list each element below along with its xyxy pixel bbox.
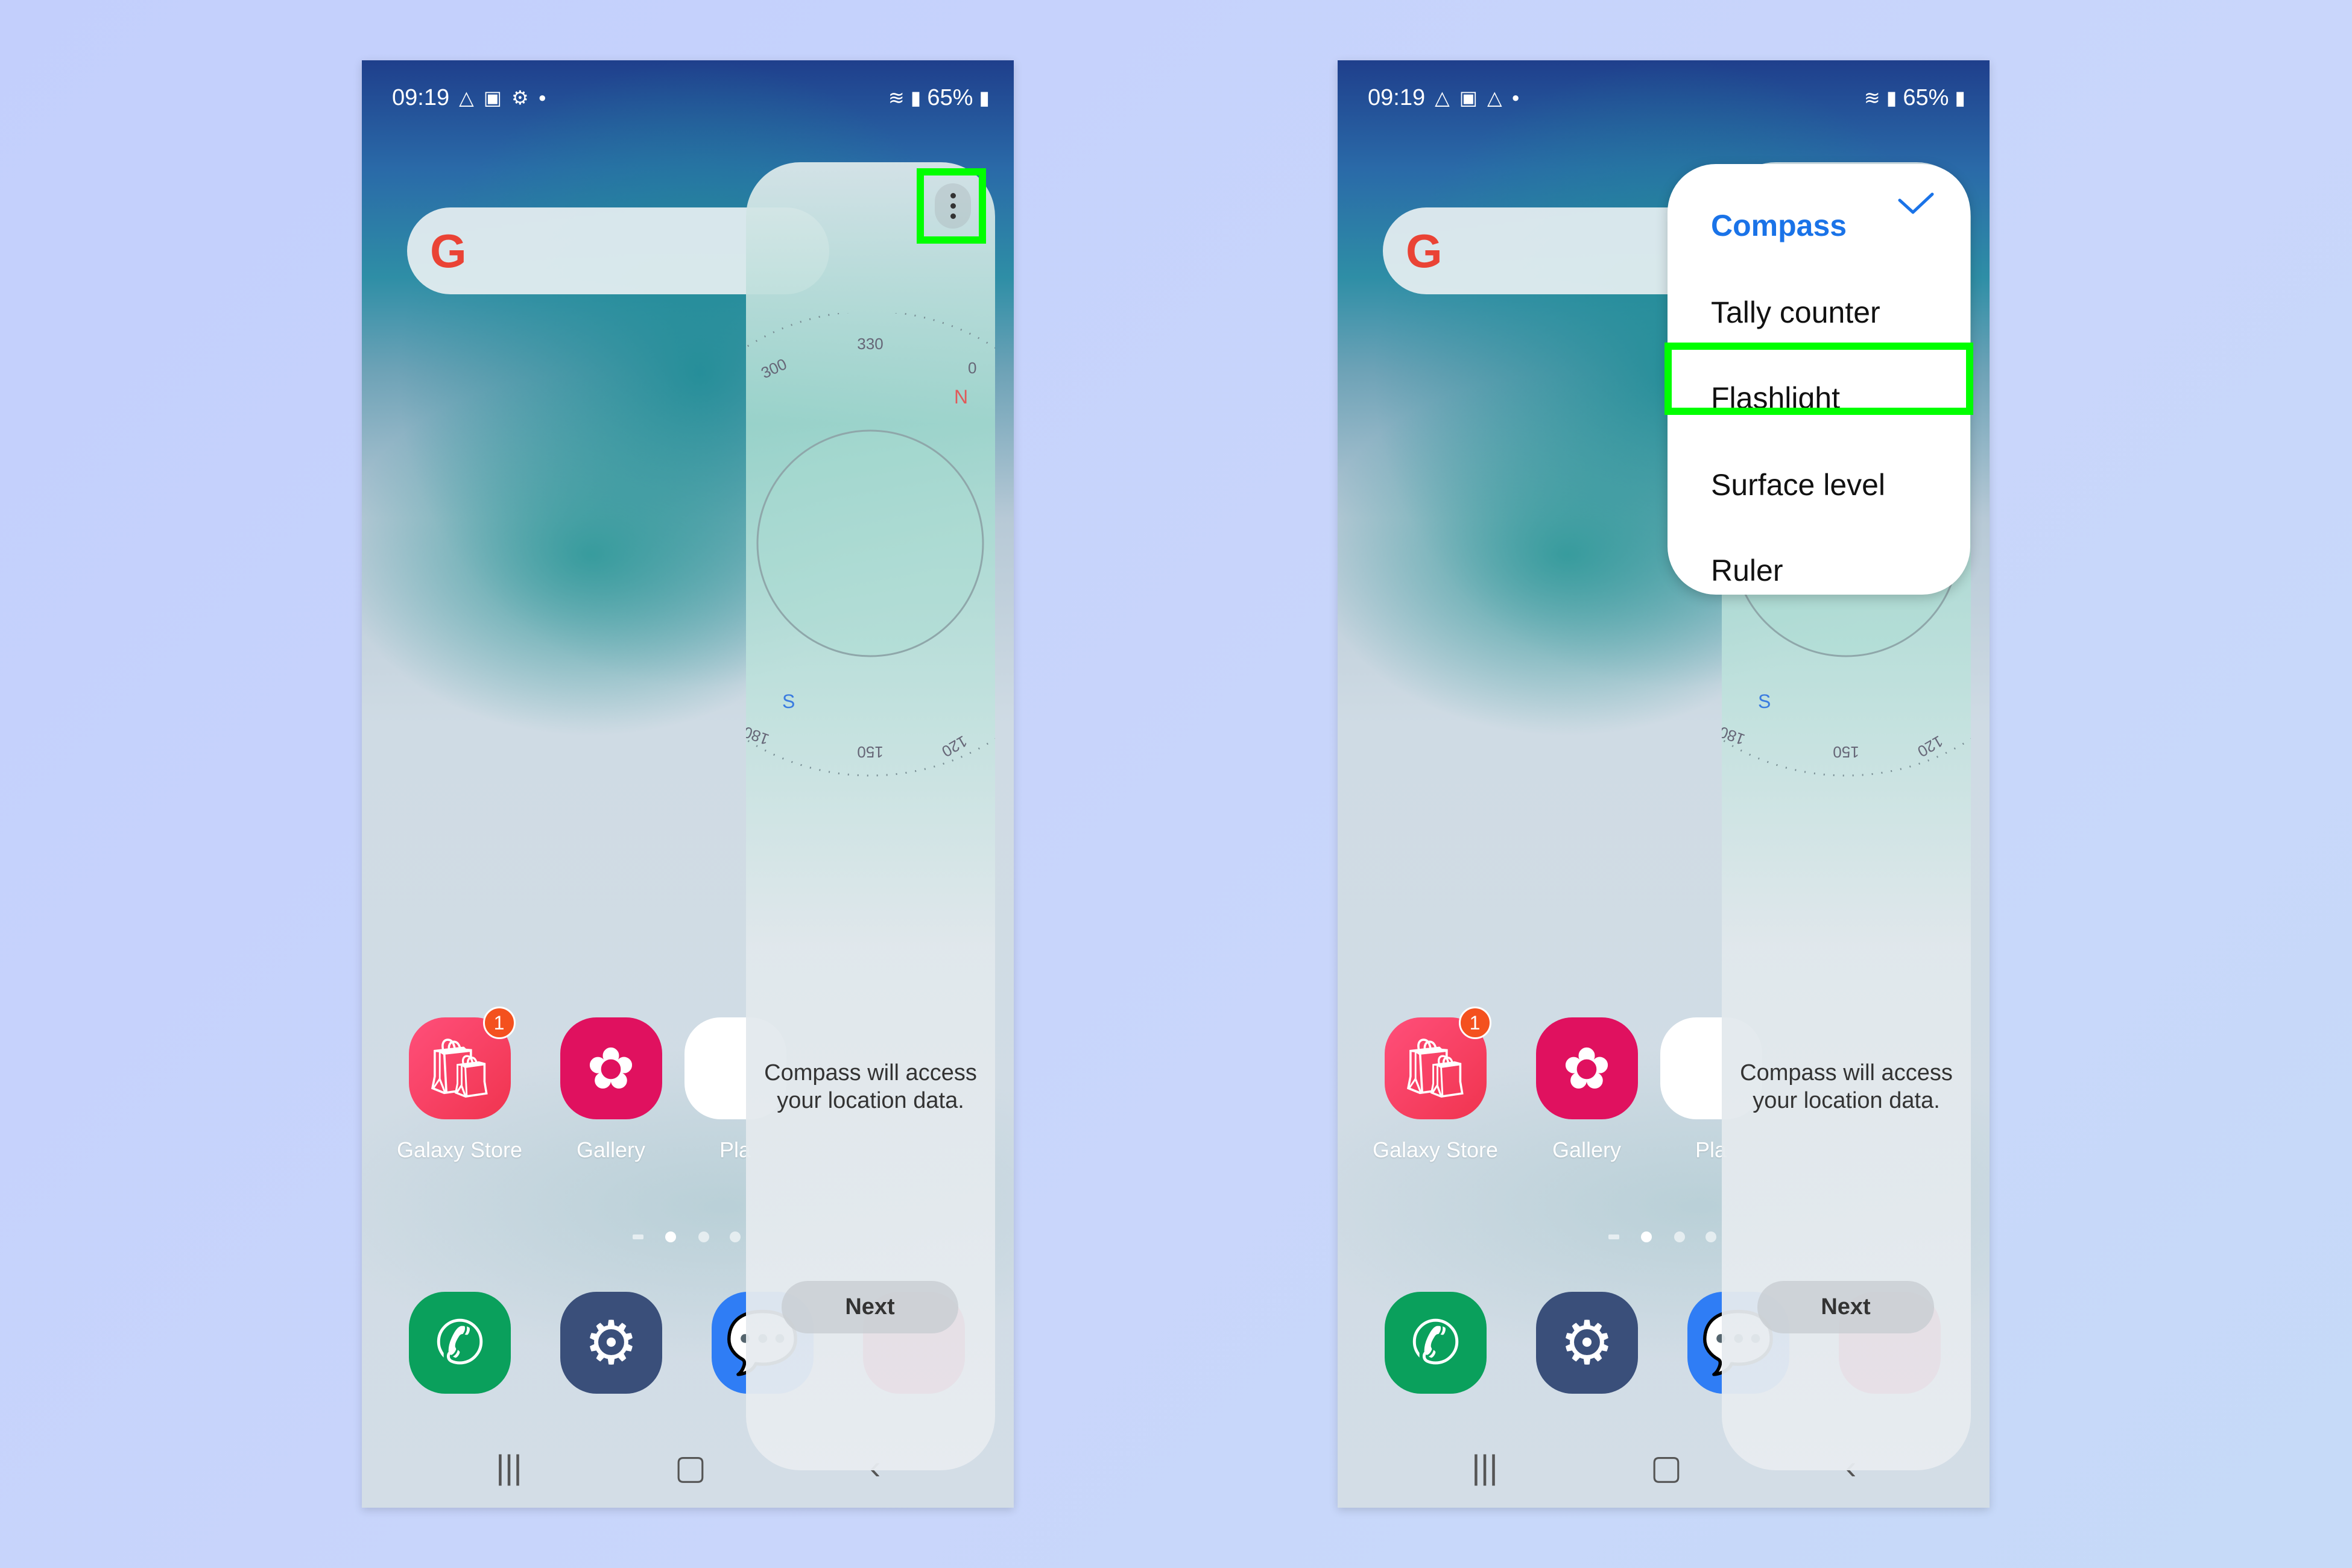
compass-widget-panel: 330 300 0 N S 180 150 120 Compass will a… xyxy=(746,162,995,1470)
location-permission-message: Compass will access your location data. xyxy=(1740,1060,1953,1113)
tick-330: 330 xyxy=(857,335,883,353)
tick-120: 120 xyxy=(938,732,970,761)
settings-icon: ⚙ xyxy=(511,87,529,109)
menu-item-tally-counter[interactable]: Tally counter xyxy=(1711,294,1880,330)
battery-level: 65% xyxy=(927,84,973,110)
recents-button[interactable]: ||| xyxy=(1461,1447,1509,1487)
menu-item-compass[interactable]: Compass xyxy=(1711,207,1847,244)
page-indicator-home[interactable] xyxy=(665,1231,676,1242)
tick-south: S xyxy=(1758,691,1771,712)
page-indicator-menu[interactable] xyxy=(1608,1234,1619,1239)
tick-0: 0 xyxy=(968,359,976,377)
page-indicator[interactable] xyxy=(1706,1231,1716,1242)
menu-item-ruler[interactable]: Ruler xyxy=(1711,552,1783,589)
gallery-icon: ▣ xyxy=(483,87,502,109)
tick-300: 300 xyxy=(758,355,789,382)
page-indicator[interactable] xyxy=(698,1231,709,1242)
dot-icon: ● xyxy=(538,90,546,105)
tick-120: 120 xyxy=(1914,732,1946,761)
app-gallery[interactable]: ✿ Gallery xyxy=(1514,1017,1659,1163)
app-gallery[interactable]: ✿ Gallery xyxy=(539,1017,683,1163)
app-label: Galaxy Store xyxy=(396,1137,523,1162)
signal-icon: ▮ xyxy=(1886,87,1897,109)
wifi-icon: ≋ xyxy=(888,87,905,109)
gallery-icon: ▣ xyxy=(1459,87,1478,109)
highlight-more-options xyxy=(917,168,986,244)
app-galaxy-store[interactable]: 🛍 1 Galaxy Store xyxy=(1363,1007,1508,1163)
compass-dial: 330 300 0 N S 180 150 120 xyxy=(746,313,995,777)
recents-button[interactable]: ||| xyxy=(485,1447,533,1487)
page-indicator[interactable] xyxy=(730,1231,741,1242)
tick-north: N xyxy=(954,386,968,408)
highlight-flashlight xyxy=(1664,343,1973,415)
home-button[interactable]: ▢ xyxy=(666,1447,715,1487)
app-galaxy-store[interactable]: 🛍 1 Galaxy Store xyxy=(387,1007,532,1163)
battery-icon: ▮ xyxy=(979,87,990,109)
menu-item-surface-level[interactable]: Surface level xyxy=(1711,467,1885,503)
phone-app-icon[interactable]: ✆ xyxy=(409,1292,511,1394)
flower-icon: ✿ xyxy=(1535,1017,1638,1119)
shopping-bag-icon: 🛍 1 xyxy=(1384,1007,1491,1119)
location-permission-message: Compass will access your location data. xyxy=(764,1060,977,1113)
phone-screenshot-right: 09:19 △ ▣ △ ● ≋ ▮ 65% ▮ G 🛍 1 Galaxy Stor… xyxy=(1338,60,1990,1508)
tick-150: 150 xyxy=(1833,743,1859,761)
navigation-icon: △ xyxy=(459,87,474,109)
page-indicator[interactable] xyxy=(1674,1231,1685,1242)
app-label: Galaxy Store xyxy=(1372,1137,1499,1162)
phone-app-icon[interactable]: ✆ xyxy=(1385,1292,1487,1394)
tick-180: 180 xyxy=(1722,723,1747,749)
settings-app-icon[interactable]: ⚙ xyxy=(1536,1292,1638,1394)
next-button[interactable]: Next xyxy=(782,1281,958,1333)
wifi-icon: ≋ xyxy=(1864,87,1880,109)
notification-badge: 1 xyxy=(482,1007,516,1039)
battery-icon: ▮ xyxy=(1955,87,1965,109)
home-button[interactable]: ▢ xyxy=(1642,1447,1690,1487)
navigation-icon: △ xyxy=(1487,87,1502,109)
battery-level: 65% xyxy=(1903,84,1949,110)
clock: 09:19 xyxy=(1368,84,1426,110)
next-button[interactable]: Next xyxy=(1757,1281,1934,1333)
clock: 09:19 xyxy=(392,84,450,110)
signal-icon: ▮ xyxy=(910,87,922,109)
app-label: Gallery xyxy=(576,1137,646,1162)
notification-badge: 1 xyxy=(1458,1007,1491,1039)
tick-180: 180 xyxy=(746,723,771,749)
shopping-bag-icon: 🛍 1 xyxy=(408,1007,516,1119)
tick-150: 150 xyxy=(857,743,883,761)
navigation-icon: △ xyxy=(1435,87,1450,109)
checkmark-icon xyxy=(1898,192,1934,214)
app-label: Gallery xyxy=(1552,1137,1622,1162)
status-bar: 09:19 △ ▣ △ ● ≋ ▮ 65% ▮ xyxy=(1368,82,1965,113)
page-indicator-home[interactable] xyxy=(1641,1231,1652,1242)
dot-icon: ● xyxy=(1511,90,1520,105)
google-logo-icon: G xyxy=(430,224,467,277)
google-logo-icon: G xyxy=(1406,224,1443,277)
settings-app-icon[interactable]: ⚙ xyxy=(560,1292,662,1394)
tick-south: S xyxy=(782,691,795,712)
page-indicator-menu[interactable] xyxy=(633,1234,643,1239)
flower-icon: ✿ xyxy=(560,1017,662,1119)
phone-screenshot-left: 09:19 △ ▣ ⚙ ● ≋ ▮ 65% ▮ G 🛍 1 Galaxy Stor… xyxy=(362,60,1014,1508)
status-bar: 09:19 △ ▣ ⚙ ● ≋ ▮ 65% ▮ xyxy=(392,82,990,113)
